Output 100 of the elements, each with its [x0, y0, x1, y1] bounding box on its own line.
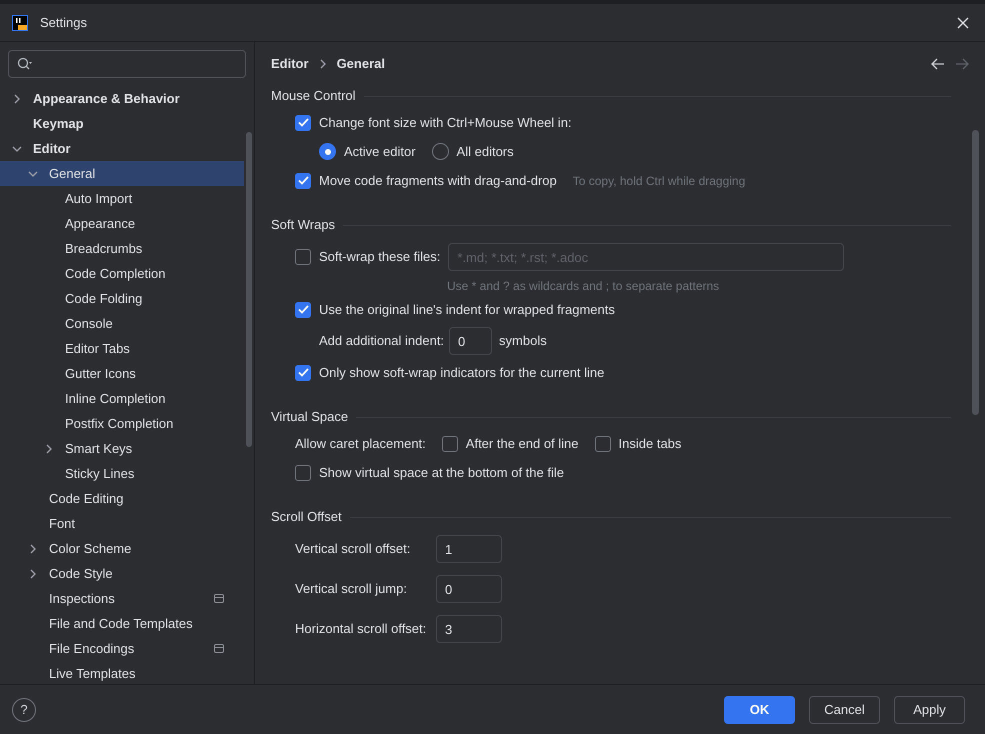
tree-item-label: File Encodings [49, 640, 134, 658]
section-title: Virtual Space [271, 408, 348, 426]
search-icon [17, 57, 33, 71]
suffix-label: symbols [499, 332, 547, 350]
scrollbar-thumb[interactable] [246, 132, 252, 447]
section-title: Scroll Offset [271, 508, 342, 526]
checkbox[interactable] [295, 172, 311, 188]
tree-item[interactable]: Breadcrumbs [0, 236, 244, 261]
tree-item-label: Keymap [33, 114, 84, 133]
checkbox[interactable] [295, 464, 311, 480]
tree-item[interactable]: Inspections [0, 586, 244, 611]
checkbox[interactable] [295, 249, 311, 265]
tree-item[interactable]: Code Folding [0, 286, 244, 311]
chevron-down-icon[interactable] [28, 168, 38, 178]
checkbox-label: Soft-wrap these files: [319, 248, 440, 266]
tree-item-label: Editor [33, 140, 71, 158]
radio-button[interactable] [432, 143, 449, 160]
radio-label: Active editor [344, 142, 416, 161]
tree-item-label: Breadcrumbs [65, 240, 142, 258]
tree-item-label: Inspections [49, 590, 115, 608]
checkbox[interactable] [295, 114, 311, 130]
tree-item[interactable]: Smart Keys [0, 436, 244, 461]
chevron-right-icon[interactable] [28, 568, 38, 578]
tree-item-label: Sticky Lines [65, 464, 134, 483]
tree-item-label: Code Style [49, 564, 113, 583]
checkbox-label: Show virtual space at the bottom of the file [319, 464, 564, 482]
ok-button[interactable]: OK [724, 696, 795, 724]
tree-item-label: Code Completion [65, 264, 166, 283]
breadcrumb-item[interactable]: General [336, 54, 385, 74]
number-field[interactable]: 0 [449, 327, 492, 355]
checkbox[interactable] [442, 436, 458, 452]
breadcrumb-separator-icon[interactable] [318, 59, 328, 69]
field-label: Add additional indent: [319, 332, 444, 350]
tree-item[interactable]: Live Templates [0, 661, 244, 684]
number-field[interactable]: 1 [436, 535, 502, 563]
checkmark-icon [298, 176, 308, 185]
tree-item[interactable]: Editor [0, 136, 244, 161]
file-patterns-field[interactable]: *.md; *.txt; *.rst; *.adoc [448, 243, 844, 271]
tree-item[interactable]: Color Scheme [0, 536, 244, 561]
tree-item[interactable]: Inline Completion [0, 386, 244, 411]
field-label: Vertical scroll offset: [295, 540, 412, 558]
tree-item[interactable]: Appearance & Behavior [0, 86, 244, 111]
tree-item[interactable]: Console [0, 311, 244, 336]
tree-item-label: Smart Keys [65, 440, 132, 458]
checkbox[interactable] [295, 302, 311, 318]
tree-item[interactable]: Keymap [0, 111, 244, 136]
hint-text: Use * and ? as wildcards and ; to separate patterns [447, 278, 720, 295]
tree-item-label: Postfix Completion [65, 414, 174, 433]
tree-item[interactable]: Font [0, 511, 244, 536]
section-title: Soft Wraps [271, 216, 336, 234]
tree-item[interactable]: Sticky Lines [0, 461, 244, 486]
tree-item[interactable]: Code Editing [0, 486, 244, 511]
tree-item[interactable]: Editor Tabs [0, 336, 244, 361]
tree-item[interactable]: Code Completion [0, 261, 244, 286]
chevron-right-icon[interactable] [44, 444, 54, 454]
checkbox-label: Change font size with Ctrl+Mouse Wheel in: [319, 114, 572, 132]
tree-item-label: Editor Tabs [65, 340, 130, 358]
tree-item[interactable]: Postfix Completion [0, 411, 244, 436]
checkbox-label: After the end of line [466, 434, 579, 453]
chevron-right-icon[interactable] [12, 94, 22, 104]
tree-item-label: File and Code Templates [49, 614, 193, 633]
checkbox[interactable] [295, 364, 311, 380]
tree-item[interactable]: Appearance [0, 211, 244, 236]
dialog-button[interactable]: Apply [894, 696, 965, 724]
field-label: Horizontal scroll offset: [295, 620, 428, 638]
app-logo-icon [12, 14, 28, 30]
checkbox-label: Inside tabs [618, 434, 682, 453]
number-field[interactable]: 3 [436, 615, 502, 643]
chevron-right-icon[interactable] [28, 544, 38, 554]
close-icon[interactable] [957, 16, 969, 28]
tree-item-label: Inline Completion [65, 390, 166, 408]
chevron-down-icon[interactable] [12, 144, 22, 154]
search-field[interactable] [8, 50, 246, 78]
back-arrow-icon[interactable] [931, 58, 945, 70]
checkbox[interactable] [594, 436, 611, 452]
tree-item-label: Code Editing [49, 490, 124, 508]
help-button[interactable]: ? [12, 698, 36, 722]
checkmark-icon [298, 305, 308, 314]
tree-item[interactable]: Auto Import [0, 186, 244, 211]
dialog-button[interactable]: Cancel [809, 696, 880, 724]
number-field[interactable]: 0 [436, 575, 502, 603]
tree-item-label: Appearance & Behavior [33, 90, 180, 108]
section-title: Mouse Control [271, 87, 356, 106]
tree-item-label: Gutter Icons [65, 364, 136, 383]
tree-item[interactable]: File Encodings [0, 636, 244, 661]
tree-item-label: Live Templates [49, 664, 136, 683]
tree-item[interactable]: File and Code Templates [0, 611, 244, 636]
tree-item[interactable]: General [0, 161, 244, 186]
checkbox-label: Use the original line's indent for wrapped fragments [319, 300, 615, 319]
breadcrumb-item[interactable]: Editor [271, 54, 309, 74]
tree-item-label: General [49, 164, 96, 183]
field-label: Vertical scroll jump: [295, 580, 408, 598]
radio-button[interactable] [319, 143, 336, 160]
tree-item-label: Appearance [65, 214, 136, 233]
tree-item[interactable]: Gutter Icons [0, 361, 244, 386]
project-scope-icon [214, 644, 224, 653]
scrollbar-thumb[interactable] [972, 130, 979, 415]
tree-item-label: Console [65, 314, 113, 333]
tree-item[interactable]: Code Style [0, 561, 244, 586]
checkbox-label: Only show soft-wrap indicators for the current line [319, 364, 604, 382]
